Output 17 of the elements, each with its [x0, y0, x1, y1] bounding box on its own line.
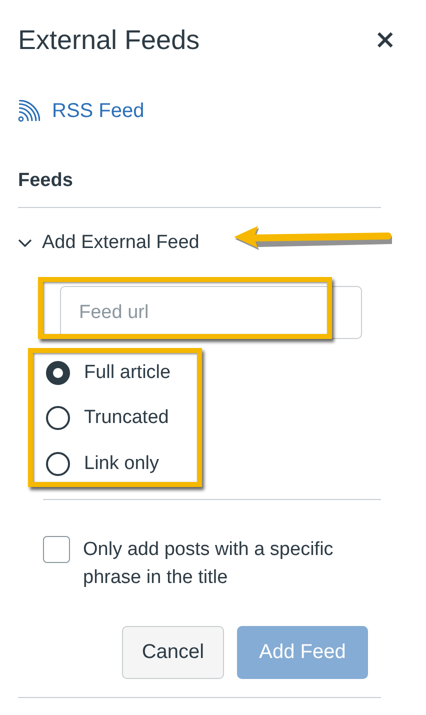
radio-button[interactable]: [46, 452, 70, 476]
close-button[interactable]: ×: [374, 26, 396, 54]
checkbox[interactable]: [43, 536, 70, 562]
radio-button[interactable]: [46, 406, 70, 430]
caret-icon: [18, 238, 32, 248]
radio-button[interactable]: [46, 360, 70, 385]
section-heading: Feeds: [18, 169, 74, 193]
radio-label: Link only: [84, 452, 159, 475]
add-feed-toggle[interactable]: Add External Feed: [18, 230, 200, 256]
feed-url-field[interactable]: Feed url: [60, 286, 362, 339]
panel-title: External Feeds: [18, 24, 200, 57]
checkbox-label: Only add posts with a specific phrase in the title: [83, 538, 334, 590]
radio-label: Full article: [84, 362, 171, 384]
cancel-button[interactable]: Cancel: [122, 626, 224, 678]
rss-feed-link[interactable]: RSS Feed: [52, 100, 144, 122]
radio-label: Truncated: [84, 407, 169, 430]
rss-icon: [18, 100, 40, 122]
